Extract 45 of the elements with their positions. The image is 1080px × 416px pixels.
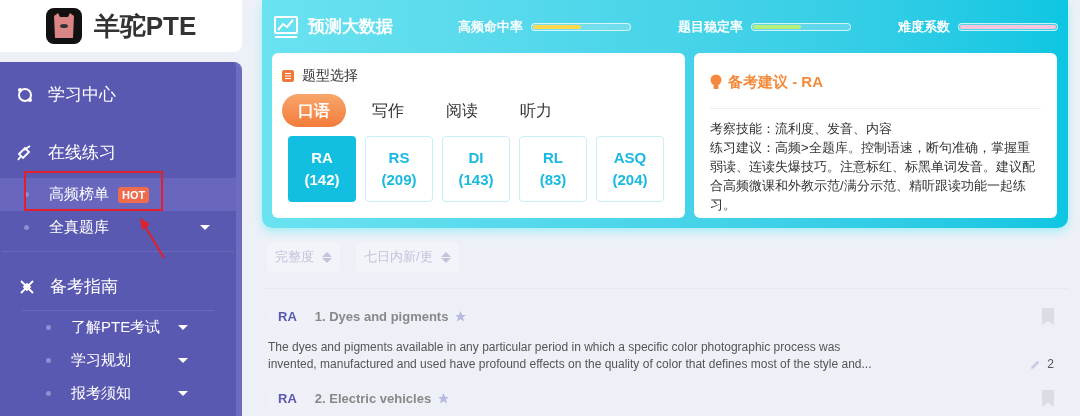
list-icon — [282, 69, 294, 82]
advice-title: 备考建议 - RA — [728, 72, 823, 92]
alpaca-logo-icon — [45, 8, 82, 44]
caret-icon[interactable] — [200, 225, 210, 230]
sidebar-item[interactable]: 高频榜单 HOT — [0, 178, 236, 211]
sort-icon — [322, 251, 332, 263]
sidebar-item-label: 高频榜单 — [49, 184, 109, 205]
caret-icon[interactable] — [178, 325, 188, 330]
sidebar-item[interactable]: 了解PTE考试 — [22, 311, 214, 344]
lightbulb-icon — [710, 74, 722, 91]
pencil-icon — [1030, 359, 1042, 370]
sidebar-section[interactable]: 学习中心 — [48, 82, 116, 108]
type-tab[interactable]: 听力 — [504, 94, 568, 127]
header-title: 预测大数据 — [308, 15, 394, 38]
sidebar-section[interactable]: 备考指南 — [50, 274, 118, 300]
logo-text: 羊驼PTE — [93, 9, 197, 43]
question-excerpt: The dyes and pigments available in any particular period in which a specific color photographic process was invented, manufactured and used have profound effects on the quality of color that defines most of the style and... — [268, 339, 873, 373]
caret-icon[interactable] — [178, 391, 188, 396]
satellite-icon — [18, 278, 36, 296]
sidebar-item[interactable]: 报考须知 — [22, 377, 214, 410]
sidebar-item-label: 了解PTE考试 — [71, 317, 161, 338]
meter-label: 题目稳定率 — [678, 17, 743, 36]
sidebar-item[interactable]: 学习规划 — [22, 344, 214, 377]
caret-icon[interactable] — [178, 358, 188, 363]
sidebar-section[interactable]: 在线练习 — [48, 140, 116, 166]
question-title[interactable]: 2. Electric vehicles — [314, 388, 432, 409]
type-tab[interactable]: 写作 — [356, 94, 420, 127]
meter-label: 高频命中率 — [458, 17, 523, 36]
star-icon[interactable] — [437, 392, 451, 405]
type-tab[interactable]: 阅读 — [430, 94, 494, 127]
sort-icon — [440, 251, 451, 263]
sidebar-item-label: 全真题库 — [49, 217, 109, 238]
orbit-icon — [16, 86, 34, 104]
hot-badge: HOT — [118, 186, 150, 203]
annotation-arrow — [138, 217, 166, 259]
advice-text: 考察技能：流利度、发音、内容 — [710, 119, 893, 138]
card-title: 题型选择 — [302, 66, 358, 85]
sidebar-item-label: 学习规划 — [71, 350, 131, 371]
note-count: 2 — [1047, 356, 1054, 373]
sidebar-item-label: 报考须知 — [71, 383, 131, 404]
chart-trend-icon — [274, 15, 298, 38]
meter-label: 难度系数 — [898, 17, 950, 36]
star-icon[interactable] — [454, 310, 468, 323]
question-title[interactable]: 1. Dyes and pigments — [314, 306, 449, 327]
advice-text: 练习建议：高频>全题库。控制语速，断句准确，掌握重弱读、连读失爆技巧。注意标红、标黑单词发音。建议配合高频微课和外教示范/满分示范、精听跟读功能一起练习。 — [710, 138, 1036, 214]
